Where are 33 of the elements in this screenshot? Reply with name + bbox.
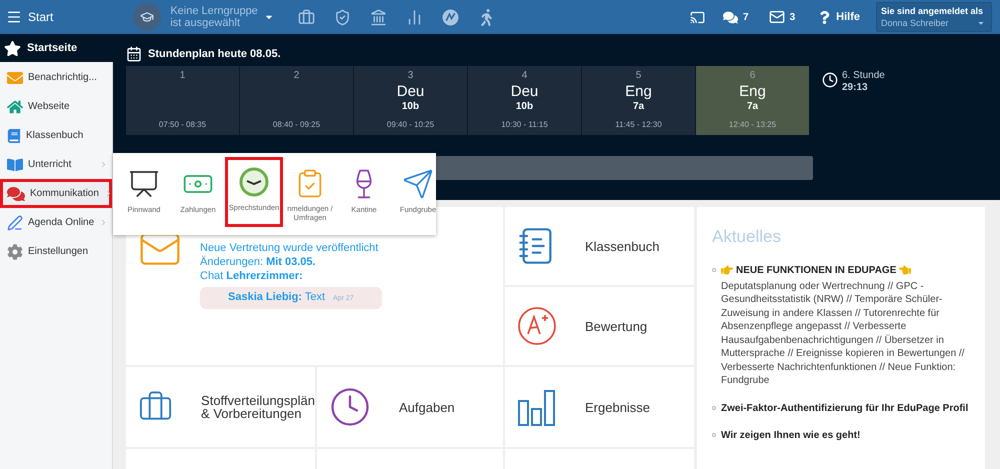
lesson-subject: Eng (739, 82, 766, 100)
chat-message: Saskia Liebig: Text (228, 290, 326, 304)
remaining-time: 29:13 (842, 82, 869, 94)
tile-label: Stoffverteilungsplän & Vorbereitungen (201, 394, 315, 420)
lesson-class: 7a (632, 100, 644, 112)
lesson-class: 10b (516, 100, 534, 112)
lesson-number: 3 (408, 70, 414, 82)
lesson-time: 07:50 - 08:35 (158, 118, 206, 130)
timetable-title: Stundenplan heute 08.05. (148, 47, 281, 62)
lesson-class: 10b (402, 100, 420, 112)
tile-label: Aufgaben (399, 400, 455, 414)
lesson-subject: Deu (396, 82, 424, 100)
lesson-time: 08:40 - 09:25 (272, 118, 320, 130)
period-label: 6. Stunde (842, 70, 885, 82)
tile-label: Bewertung (585, 320, 648, 332)
lesson-number: 5 (636, 70, 642, 82)
lesson-time: 09:40 - 10:25 (386, 118, 434, 130)
news-item-text: Deputatsplanung oder Wertrechnung // GPC - Gesundheitsstatistik (NRW) // Temporäre Schüler-Zuweisung in andere Klassen // Tutorenrechte für Absenzenpflege angepasst // Verbesserte Hausaufgabenbenachrichtigungen // Übersetzer in Muttersprache // Ereignisse kopieren in Bewertungen // Verbesserte Nachrichtenfunktionen // Neue Funktion: Fundgrube (721, 280, 966, 388)
lesson-time: 11:45 - 12:30 (615, 118, 662, 130)
lesson-number: 2 (294, 70, 300, 82)
lesson-class: 7a (746, 100, 758, 112)
tile-label: Klassenbuch (585, 240, 660, 252)
lesson-subject: Eng (625, 82, 652, 100)
mail-count: 3 (790, 10, 796, 24)
lesson-number: 1 (180, 70, 186, 82)
news-title: Aktuelles (712, 226, 782, 248)
chat-count: 7 (743, 10, 749, 24)
lesson-number: 6 (750, 70, 756, 82)
lesson-time: 12:40 - 13:25 (728, 118, 776, 130)
lesson-subject: Deu (510, 82, 538, 100)
tile-label: Ergebnisse (585, 400, 650, 414)
lesson-time: 10:30 - 11:15 (501, 118, 548, 130)
lesson-number: 4 (522, 70, 528, 82)
